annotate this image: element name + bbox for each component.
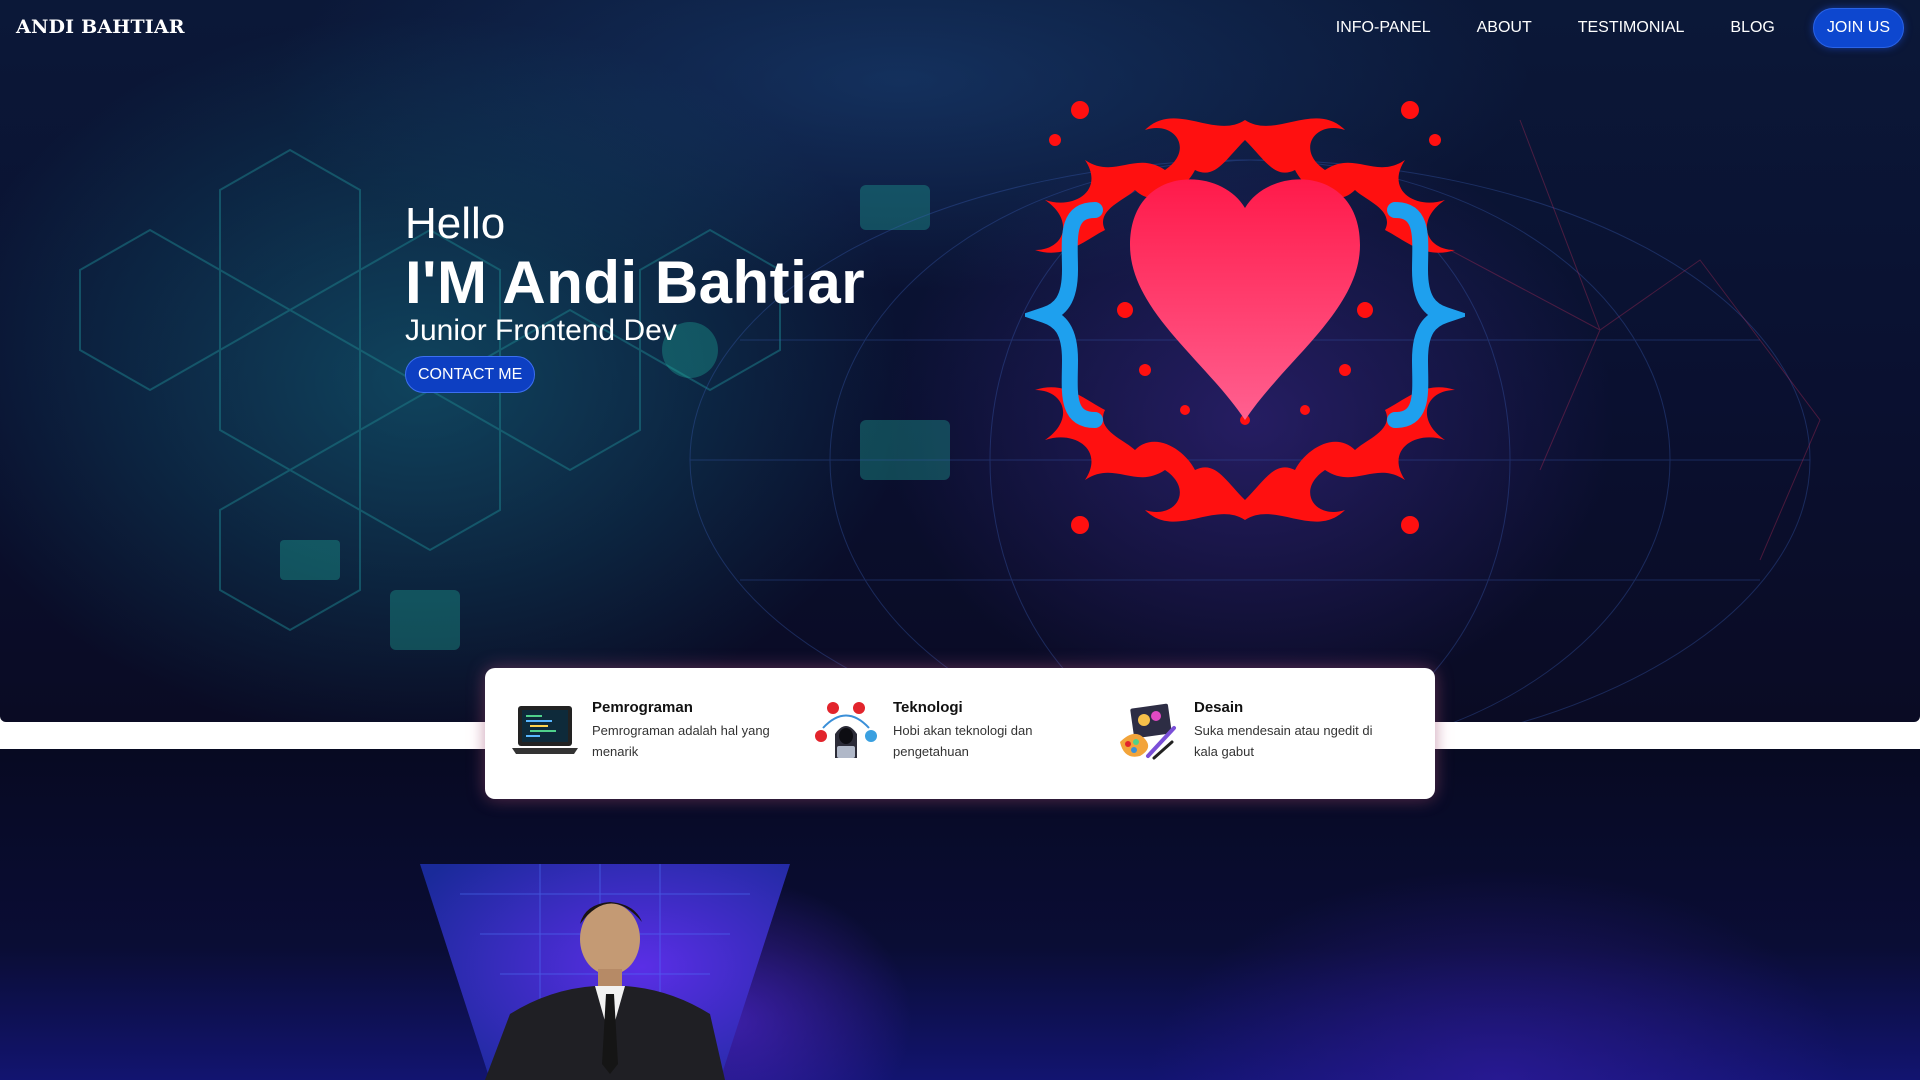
features-card: Pemrograman Pemrograman adalah hal yang … [485, 668, 1435, 799]
nav-link-testimonial[interactable]: TESTIMONIAL [1578, 19, 1685, 37]
hero-name-heading: I'M Andi Bahtiar [405, 249, 866, 316]
nav-link-about[interactable]: ABOUT [1477, 19, 1532, 37]
hacker-network-icon [815, 702, 877, 758]
design-tools-icon [1120, 703, 1176, 760]
hero-role-subtitle: Junior Frontend Dev [405, 314, 677, 347]
feature-description: Hobi akan teknologi dan pengetahuan [893, 723, 1033, 759]
profile-photo [420, 864, 790, 1080]
nav-link-info-panel[interactable]: INFO-PANEL [1336, 19, 1431, 37]
hero-background-network [79, 119, 1821, 722]
brand-logo-text[interactable]: ANDI BAHTIAR [16, 16, 185, 38]
laptop-code-icon [512, 706, 578, 754]
hero-greeting: Hello [405, 199, 506, 248]
feature-title: Desain [1194, 699, 1244, 716]
main-navigation: INFO-PANEL ABOUT TESTIMONIAL BLOG JOIN U… [1290, 0, 1904, 56]
feature-title: Pemrograman [592, 699, 693, 716]
feature-title: Teknologi [893, 699, 963, 716]
nav-link-blog[interactable]: BLOG [1730, 19, 1774, 37]
heart-icon [1130, 179, 1360, 420]
join-us-button[interactable]: JOIN US [1812, 8, 1904, 48]
hero-section: ANDI BAHTIAR INFO-PANEL ABOUT TESTIMONIA… [0, 0, 1920, 722]
feature-item-teknologi: Teknologi Hobi akan teknologi dan penget… [813, 698, 1114, 799]
contact-me-button[interactable]: CONTACT ME [405, 356, 536, 393]
feature-description: Pemrograman adalah hal yang menarik [592, 723, 770, 759]
feature-item-pemrograman: Pemrograman Pemrograman adalah hal yang … [512, 698, 813, 799]
feature-description: Suka mendesain atau ngedit di kala gabut [1194, 723, 1373, 759]
feature-item-desain: Desain Suka mendesain atau ngedit di kal… [1114, 698, 1415, 799]
heart-code-logo [1025, 101, 1465, 534]
